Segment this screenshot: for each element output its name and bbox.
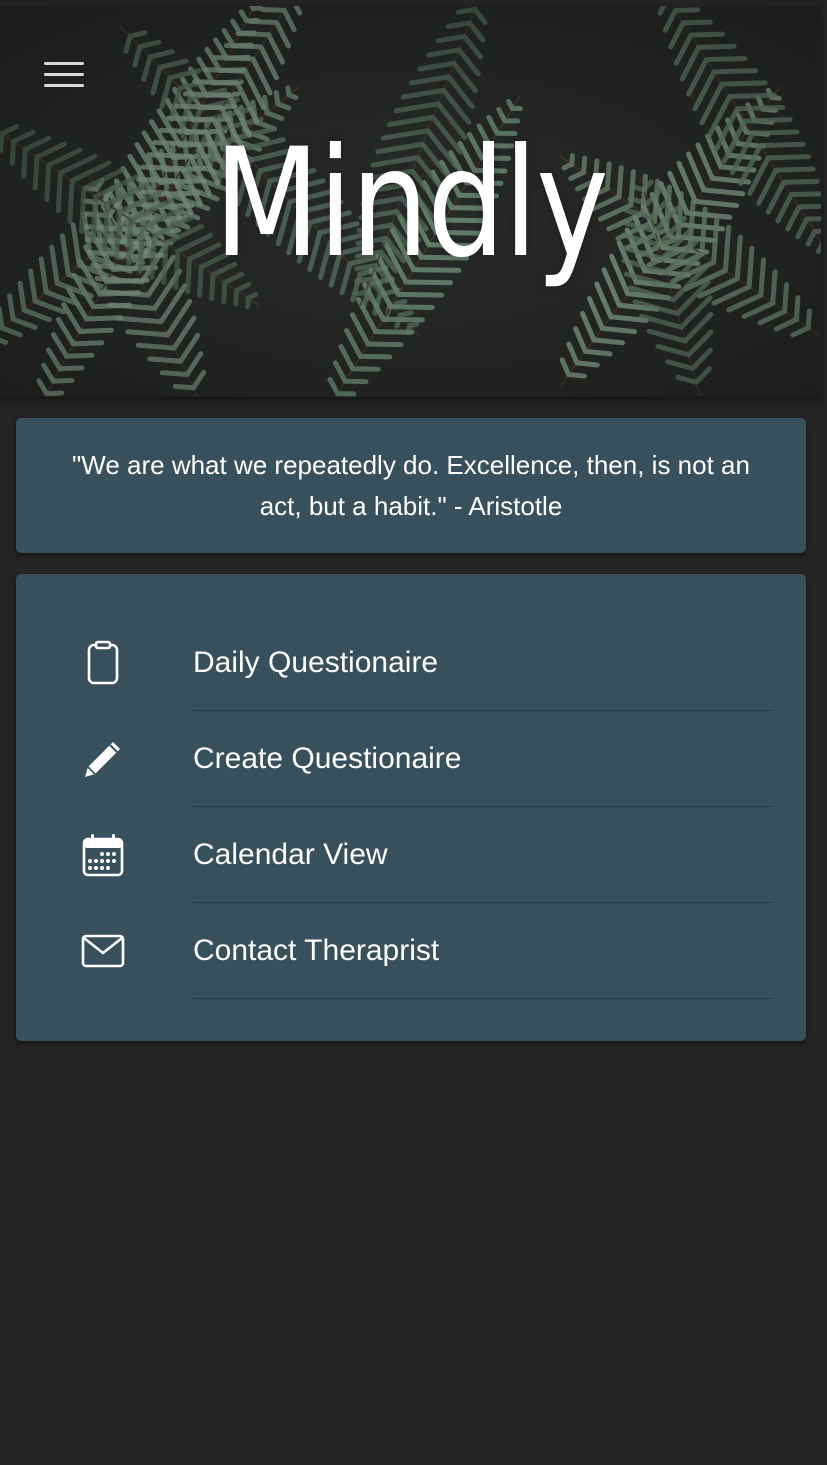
- menu-item-calendar-view[interactable]: Calendar View: [16, 807, 806, 903]
- menu-item-label: Create Questionaire: [193, 742, 462, 775]
- main-menu-card: Daily Questionaire Create Questionaire C…: [16, 574, 806, 1041]
- menu-list: Daily Questionaire Create Questionaire C…: [16, 615, 806, 999]
- calendar-icon: [82, 834, 124, 877]
- hamburger-line-top: [44, 62, 84, 65]
- menu-item-contact-theraprist[interactable]: Contact Theraprist: [16, 903, 806, 999]
- menu-item-label: Calendar View: [193, 838, 388, 871]
- menu-item-create-questionaire[interactable]: Create Questionaire: [16, 711, 806, 807]
- clipboard-icon: [87, 640, 119, 685]
- menu-divider: [193, 998, 774, 999]
- hamburger-line-middle: [44, 73, 84, 76]
- hamburger-menu-button[interactable]: [40, 56, 88, 96]
- quote-card: "We are what we repeatedly do. Excellenc…: [16, 418, 806, 553]
- menu-item-label: Contact Theraprist: [193, 934, 440, 967]
- pencil-icon: [85, 742, 120, 777]
- app-title: Mindly: [213, 117, 609, 291]
- hamburger-line-bottom: [44, 84, 84, 87]
- hero-header: Mindly: [0, 6, 821, 397]
- mail-icon: [81, 934, 125, 968]
- menu-item-daily-questionaire[interactable]: Daily Questionaire: [16, 615, 806, 711]
- quote-text: "We are what we repeatedly do. Excellenc…: [72, 449, 750, 521]
- menu-item-label: Daily Questionaire: [193, 646, 439, 679]
